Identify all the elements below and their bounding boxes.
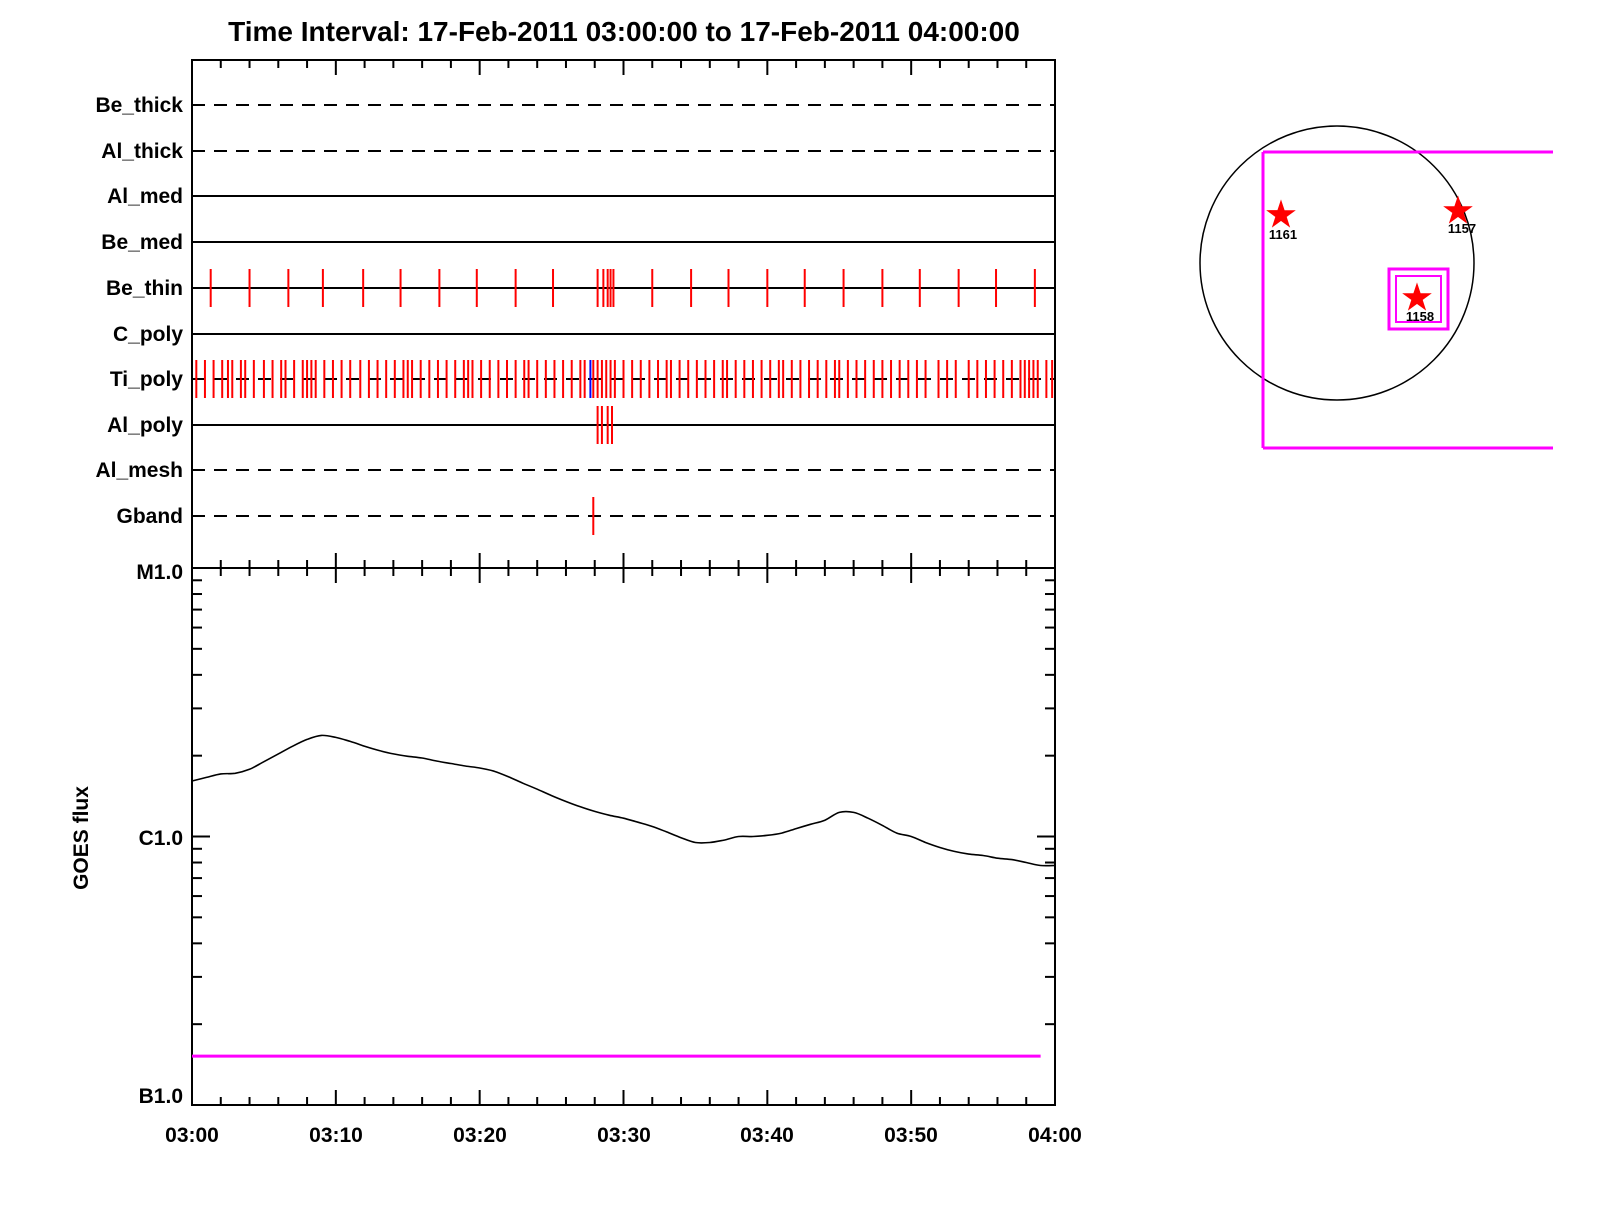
goes-flux-curve [191,734,1056,867]
active-region-label-1157: 1157 [1448,221,1476,236]
goes-ytick-c1: C1.0 [139,827,183,850]
filter-label-ti-poly: Ti_poly [110,368,183,391]
goes-panel-border [191,567,1056,1106]
generated-graphics-layer [191,59,1553,1106]
filter-label-be-med: Be_med [101,231,183,254]
plot-page: Time Interval: 17-Feb-2011 03:00:00 to 1… [0,0,1600,1200]
active-region-star-1161 [1266,199,1296,228]
filter-panel-border [191,59,1056,569]
filter-label-be-thick: Be_thick [95,94,183,117]
filter-label-al-med: Al_med [107,185,183,208]
xtick-0310: 03:10 [309,1124,363,1147]
filter-label-al-poly: Al_poly [107,414,183,437]
goes-y-axis-title: GOES flux [70,786,93,890]
xtick-0320: 03:20 [453,1124,507,1147]
solar-limb-circle [1199,125,1475,401]
active-region-label-1158: 1158 [1406,309,1434,324]
active-region-label-1161: 1161 [1269,227,1297,242]
filter-label-c-poly: C_poly [113,323,183,346]
active-region-star-1158 [1402,282,1432,311]
xtick-0400: 04:00 [1028,1124,1082,1147]
filter-label-gband: Gband [117,505,184,528]
xtick-0330: 03:30 [597,1124,651,1147]
filter-label-be-thin: Be_thin [106,277,183,300]
xtick-0340: 03:40 [740,1124,794,1147]
xrt-goes-plot-canvas: Time Interval: 17-Feb-2011 03:00:00 to 1… [70,16,1553,1147]
filter-label-al-mesh: Al_mesh [95,459,183,482]
goes-ytick-m1: M1.0 [136,561,183,584]
xtick-0300: 03:00 [165,1124,219,1147]
plot-title: Time Interval: 17-Feb-2011 03:00:00 to 1… [228,16,1020,47]
goes-ytick-b1: B1.0 [139,1085,183,1108]
xtick-0350: 03:50 [884,1124,938,1147]
filter-label-al-thick: Al_thick [101,140,183,163]
